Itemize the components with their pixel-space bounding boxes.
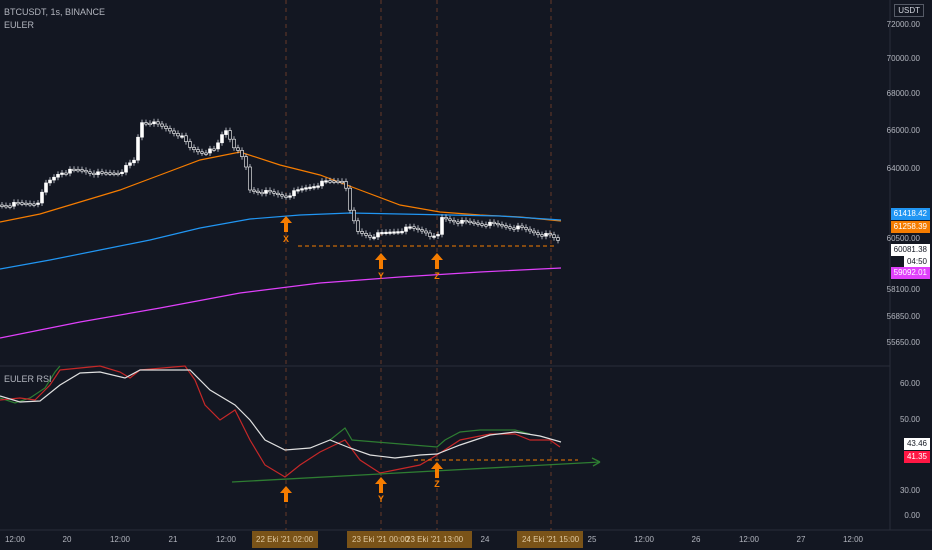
ema-magenta-line [0,267,562,339]
time-highlight-label: 22 Eki '21 02:00 [256,535,314,544]
ema-blue-price-badge: 61418.42 [890,208,930,220]
rsi-white-line [0,369,562,459]
ema-blue-line [0,212,562,270]
price-tick: 60500.00 [886,234,920,243]
time-tick: 26 [691,535,701,544]
vertical-markers [285,0,552,530]
rsi-green-line-2 [329,427,531,448]
time-tick: 12:00 [738,535,760,544]
time-tick: 12:00 [109,535,131,544]
currency-badge[interactable]: USDT [894,4,924,17]
point-label-z: Z [434,271,440,281]
time-tick: 25 [587,535,597,544]
ema-magenta-price-badge: 59092.01 [890,267,930,279]
candlesticks [0,118,560,244]
time-tick: 12:00 [842,535,864,544]
ema-orange-line [0,151,562,223]
rsi-tick: 60.00 [899,379,920,388]
time-tick: 21 [168,535,178,544]
time-tick: 12:00 [633,535,655,544]
time-tick: 27 [796,535,806,544]
price-chart[interactable] [0,0,932,550]
rsi-red-badge: 41.35 [903,451,930,463]
chart-window[interactable]: BTCUSDT, 1s, BINANCE EULER EULER RSI USD… [0,0,932,550]
price-tick: 64000.00 [886,164,920,173]
indicator-label[interactable]: EULER [4,20,34,30]
rsi-white-badge: 43.46 [903,438,930,450]
rsi-tick: 50.00 [899,415,920,424]
symbol-title: BTCUSDT, 1s, BINANCE [4,7,106,17]
rsi-tick: 0.00 [904,511,920,520]
price-tick: 68000.00 [886,89,920,98]
point-label-y: Y [377,271,385,281]
time-highlight-label: 24 Eki '21 15:00 [522,535,580,544]
rsi-red-line [0,365,561,478]
ema-orange-price-badge: 61258.39 [890,221,930,233]
time-tick: 12:00 [215,535,237,544]
price-tick: 70000.00 [886,54,920,63]
price-tick: 72000.00 [886,20,920,29]
arrow-up-icon [431,253,443,269]
arrow-up-icon [280,216,292,232]
rsi-point-label-z: Z [434,479,440,489]
time-highlight-label: 23 Eki '21 13:00 [406,535,464,544]
time-tick: 20 [62,535,72,544]
arrow-up-icon [375,477,387,493]
current-price-badge: 60081.38 [890,244,930,256]
rsi-trend-line [231,461,601,483]
point-label-x: X [282,234,290,244]
price-tick: 55650.00 [886,338,920,347]
rsi-panel-title[interactable]: EULER RSI [4,374,52,384]
price-tick: 58100.00 [886,285,920,294]
price-tick: 56850.00 [886,312,920,321]
arrow-up-icon [375,253,387,269]
rsi-point-label-y: Y [377,494,385,504]
arrow-up-icon [280,486,292,502]
price-tick: 66000.00 [886,126,920,135]
time-highlight-label: 23 Eki '21 00:00 [352,535,410,544]
rsi-tick: 30.00 [899,486,920,495]
time-tick: 12:00 [4,535,26,544]
time-tick: 24 [480,535,490,544]
